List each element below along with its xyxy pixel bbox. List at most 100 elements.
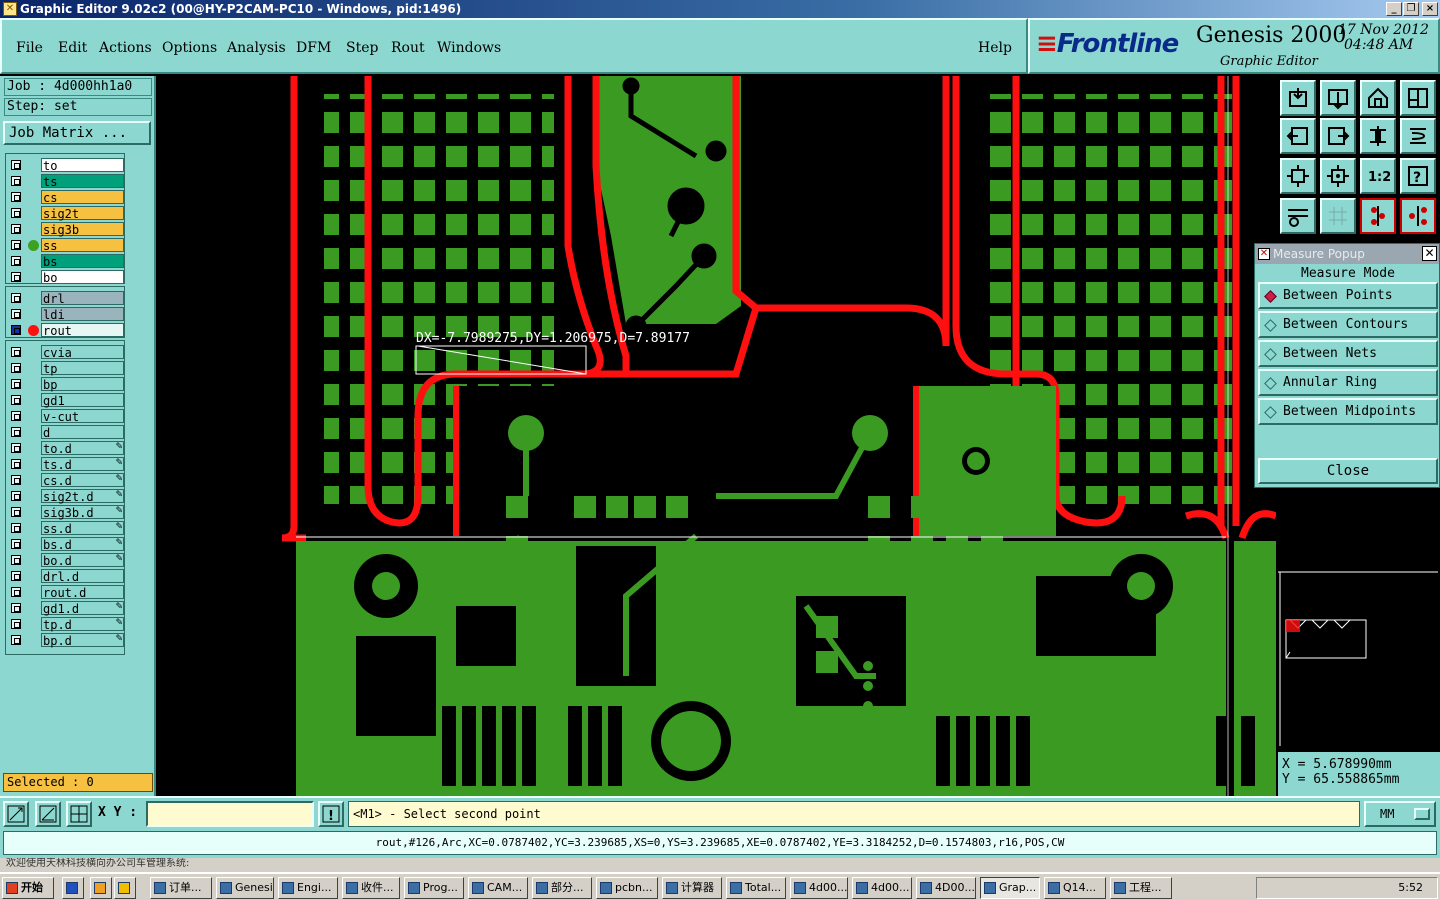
layer-name[interactable]: cs xyxy=(41,190,124,205)
taskbar-item[interactable]: 订单... xyxy=(150,877,212,899)
menu-edit[interactable]: Edit xyxy=(58,40,87,56)
layer-row-gd1[interactable]: gd1 xyxy=(6,392,126,408)
center-view-icon[interactable] xyxy=(1320,158,1356,194)
quick-launch-icon[interactable] xyxy=(114,877,136,899)
layer-row-to.d[interactable]: to.d ✎ xyxy=(6,440,126,456)
minimize-button[interactable]: _ xyxy=(1386,2,1402,16)
layer-row-to[interactable]: to xyxy=(6,157,126,173)
layer-checkbox[interactable] xyxy=(11,443,21,453)
layer-checkbox[interactable] xyxy=(11,411,21,421)
layer-name[interactable]: sig2t.d xyxy=(41,489,124,504)
layer-row-ss[interactable]: ss xyxy=(6,237,126,253)
menu-rout[interactable]: Rout xyxy=(391,40,425,56)
layer-row-ss.d[interactable]: ss.d ✎ xyxy=(6,520,126,536)
radio-diamond-icon[interactable] xyxy=(1264,290,1277,303)
menu-help[interactable]: Help xyxy=(978,40,1012,56)
window-split-icon[interactable] xyxy=(1400,80,1436,116)
layer-checkbox[interactable] xyxy=(11,555,21,565)
layer-row-bp[interactable]: bp xyxy=(6,376,126,392)
layer-checkbox[interactable] xyxy=(11,347,21,357)
snap-active-icon[interactable] xyxy=(1400,198,1436,234)
radio-diamond-icon[interactable] xyxy=(1264,348,1277,361)
layer-name[interactable]: ldi xyxy=(41,307,124,322)
layer-name[interactable]: bo xyxy=(41,270,124,285)
layer-name[interactable]: ss xyxy=(41,238,124,253)
layer-row-cs.d[interactable]: cs.d ✎ xyxy=(6,472,126,488)
layer-name[interactable]: tp.d xyxy=(41,617,124,632)
menu-step[interactable]: Step xyxy=(346,40,378,56)
layer-row-v-cut[interactable]: v-cut xyxy=(6,408,126,424)
maximize-button[interactable]: ❐ xyxy=(1403,2,1419,16)
taskbar-item[interactable]: pcbn... xyxy=(596,877,658,899)
layer-checkbox[interactable] xyxy=(11,587,21,597)
layer-name[interactable]: ts xyxy=(41,174,124,189)
radio-diamond-icon[interactable] xyxy=(1264,406,1277,419)
layer-checkbox[interactable] xyxy=(11,224,21,234)
layer-checkbox[interactable] xyxy=(11,539,21,549)
settings-tools-icon[interactable] xyxy=(1280,198,1316,234)
close-window-button[interactable]: × xyxy=(1422,2,1438,16)
layer-checkbox[interactable] xyxy=(11,272,21,282)
layer-checkbox[interactable] xyxy=(11,395,21,405)
taskbar-item[interactable]: CAM... xyxy=(468,877,528,899)
layer-checkbox[interactable] xyxy=(11,256,21,266)
layer-name[interactable]: cs.d xyxy=(41,473,124,488)
measure-tool-icon[interactable] xyxy=(3,801,29,827)
pan-left-icon[interactable] xyxy=(1280,118,1316,154)
layer-row-rout[interactable]: rout xyxy=(6,322,126,338)
quick-launch-icon[interactable] xyxy=(62,877,84,899)
menu-actions[interactable]: Actions xyxy=(99,40,152,56)
layer-name[interactable]: sig2t xyxy=(41,206,124,221)
layer-row-bp.d[interactable]: bp.d ✎ xyxy=(6,632,126,648)
layer-row-sig2t.d[interactable]: sig2t.d ✎ xyxy=(6,488,126,504)
scale-1-2-icon[interactable]: 1:2 xyxy=(1360,158,1396,194)
layer-name[interactable]: d xyxy=(41,425,124,440)
zoom-in-icon[interactable] xyxy=(1320,80,1356,116)
taskbar-item[interactable]: 工程... xyxy=(1110,877,1172,899)
layer-name[interactable]: sig3b xyxy=(41,222,124,237)
layer-row-cvia[interactable]: cvia xyxy=(6,344,126,360)
layer-name[interactable]: drl xyxy=(41,291,124,306)
taskbar-item[interactable]: Total... xyxy=(726,877,786,899)
taskbar-item[interactable]: 部分... xyxy=(532,877,592,899)
layer-checkbox[interactable] xyxy=(11,491,21,501)
layer-checkbox[interactable] xyxy=(11,325,21,335)
layer-name[interactable]: bs xyxy=(41,254,124,269)
layer-name[interactable]: bp.d xyxy=(41,633,124,648)
radio-diamond-icon[interactable] xyxy=(1264,377,1277,390)
layer-row-tp[interactable]: tp xyxy=(6,360,126,376)
taskbar-item[interactable]: Engi... xyxy=(278,877,338,899)
close-button[interactable]: Close xyxy=(1258,458,1438,484)
layer-row-rout.d[interactable]: rout.d xyxy=(6,584,126,600)
layer-checkbox[interactable] xyxy=(11,176,21,186)
layer-checkbox[interactable] xyxy=(11,619,21,629)
taskbar-item[interactable]: 计算器 xyxy=(662,877,722,899)
layer-checkbox[interactable] xyxy=(11,603,21,613)
layer-row-gd1.d[interactable]: gd1.d ✎ xyxy=(6,600,126,616)
layer-checkbox[interactable] xyxy=(11,192,21,202)
menu-analysis[interactable]: Analysis xyxy=(227,40,286,56)
layer-name[interactable]: bo.d xyxy=(41,553,124,568)
grid-icon[interactable] xyxy=(1320,198,1356,234)
mirror-icon[interactable] xyxy=(1360,118,1396,154)
taskbar-item[interactable]: Q14... xyxy=(1044,877,1106,899)
measure-option-between-points[interactable]: Between Points xyxy=(1258,282,1438,309)
layer-row-bo[interactable]: bo xyxy=(6,269,126,285)
menu-file[interactable]: File xyxy=(16,40,43,56)
layer-row-sig2t[interactable]: sig2t xyxy=(6,205,126,221)
layer-name[interactable]: to xyxy=(41,158,124,173)
layer-row-tp.d[interactable]: tp.d ✎ xyxy=(6,616,126,632)
pan-right-icon[interactable] xyxy=(1320,118,1356,154)
layer-row-drl.d[interactable]: drl.d xyxy=(6,568,126,584)
layer-checkbox[interactable] xyxy=(11,363,21,373)
layer-row-cs[interactable]: cs xyxy=(6,189,126,205)
taskbar-item[interactable]: Grap... xyxy=(980,877,1040,899)
layer-name[interactable]: sig3b.d xyxy=(41,505,124,520)
measure-option-between-midpoints[interactable]: Between Midpoints xyxy=(1258,398,1438,425)
window-title-bar[interactable]: ✕ Graphic Editor 9.02c2 (00@HY-P2CAM-PC1… xyxy=(0,0,1440,18)
layer-row-drl[interactable]: drl xyxy=(6,290,126,306)
layer-row-d[interactable]: d xyxy=(6,424,126,440)
grid-snap-icon[interactable] xyxy=(66,801,92,827)
zoom-fit-icon[interactable] xyxy=(1280,158,1316,194)
layer-name[interactable]: gd1.d xyxy=(41,601,124,616)
